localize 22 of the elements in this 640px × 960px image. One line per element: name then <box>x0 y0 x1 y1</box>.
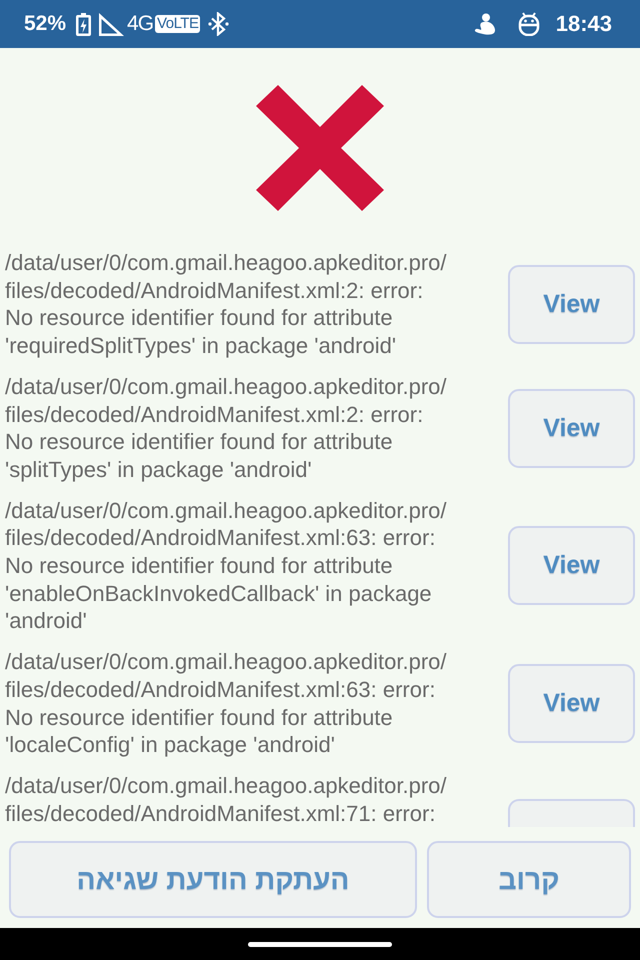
clock: 18:43 <box>556 11 612 37</box>
figure-icon <box>474 13 496 35</box>
volte-badge: VoLTE <box>155 15 200 33</box>
battery-percent: 52% <box>24 12 66 36</box>
bluetooth-icon <box>208 12 230 36</box>
error-message: /data/user/0/com.gmail.heagoo.apkeditor.pro/ files/decoded/AndroidManifest.xml:63: error: No resource identifier found for attribute 'localeConfig' in package 'android' <box>4 648 448 759</box>
view-button[interactable]: View <box>508 526 635 606</box>
error-message: /data/user/0/com.gmail.heagoo.apkeditor.pro/ files/decoded/AndroidManifest.xml:63: error: No resource identifier found for attribute 'enableOnBackInvokedCallback' in package 'android' <box>4 496 448 636</box>
action-button[interactable]: קרוב <box>427 841 631 918</box>
battery-charging-icon <box>76 12 92 36</box>
robot-icon <box>518 12 540 36</box>
view-button[interactable]: View <box>508 388 635 468</box>
error-message: /data/user/0/com.gmail.heagoo.apkeditor.pro/ files/decoded/AndroidManifest.xml:2: error: No resource identifier found for attribute 'requiredSplitTypes' in package 'android' <box>4 249 448 360</box>
cross-icon <box>256 85 384 211</box>
signal-icon <box>99 12 124 36</box>
error-message: /data/user/0/com.gmail.heagoo.apkeditor.pro/ files/decoded/AndroidManifest.xml:2: error: No resource identifier found for attribute 'splitTypes' in package 'android' <box>4 372 448 484</box>
view-button[interactable]: View <box>508 664 635 744</box>
network-type: 4G <box>127 12 154 36</box>
view-button[interactable]: View <box>508 264 635 344</box>
error-message: /data/user/0/com.gmail.heagoo.apkeditor.pro/ files/decoded/AndroidManifest.xml:71: error: <box>4 772 448 828</box>
home-indicator[interactable] <box>248 942 392 946</box>
action-button[interactable]: העתקת הודעת שגיאה <box>9 841 417 918</box>
